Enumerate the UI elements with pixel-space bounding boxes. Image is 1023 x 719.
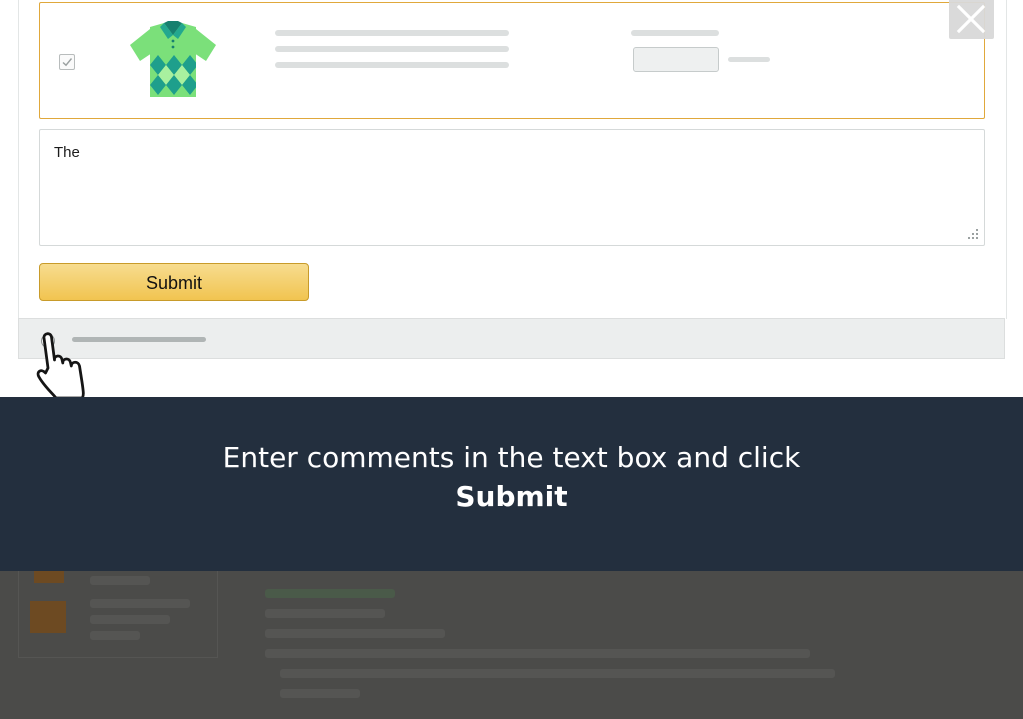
dimmed-icon [34, 571, 64, 583]
card-footer [18, 318, 1005, 359]
quantity-field[interactable] [633, 47, 719, 72]
instruction-emphasis: Submit [455, 480, 568, 513]
resize-grip-icon[interactable] [967, 228, 979, 240]
submit-button[interactable]: Submit [39, 263, 309, 301]
dimmed-text-line [265, 609, 385, 618]
dimmed-text-line [280, 669, 835, 678]
unit-placeholder-line [728, 57, 770, 62]
dimmed-text-line [265, 649, 810, 658]
product-item-row[interactable] [39, 2, 985, 119]
title-placeholder-line [275, 30, 509, 36]
title-placeholder-line [275, 62, 509, 68]
close-button[interactable] [949, 0, 994, 39]
dimmed-text-line [90, 615, 170, 624]
price-placeholder-line [631, 30, 719, 36]
checkmark-icon [62, 58, 73, 67]
close-icon [956, 4, 986, 34]
hand-pointer-icon [36, 332, 85, 398]
dimmed-icon [30, 601, 66, 633]
dimmed-text-line [90, 599, 190, 608]
instruction-text: Enter comments in the text box and click [222, 441, 801, 474]
dimmed-overlay [0, 571, 1023, 719]
instruction-banner: Enter comments in the text box and click… [0, 397, 1023, 571]
dimmed-text-line [265, 589, 395, 598]
comment-textarea[interactable]: The [39, 129, 985, 246]
dimmed-text-line [280, 689, 360, 698]
dimmed-text-line [265, 629, 445, 638]
item-checkbox[interactable] [59, 54, 75, 70]
title-placeholder-line [275, 46, 509, 52]
dimmed-text-line [90, 631, 140, 640]
comment-text: The [54, 144, 80, 161]
dimmed-text-line [90, 576, 150, 585]
polo-shirt-icon [130, 21, 216, 97]
